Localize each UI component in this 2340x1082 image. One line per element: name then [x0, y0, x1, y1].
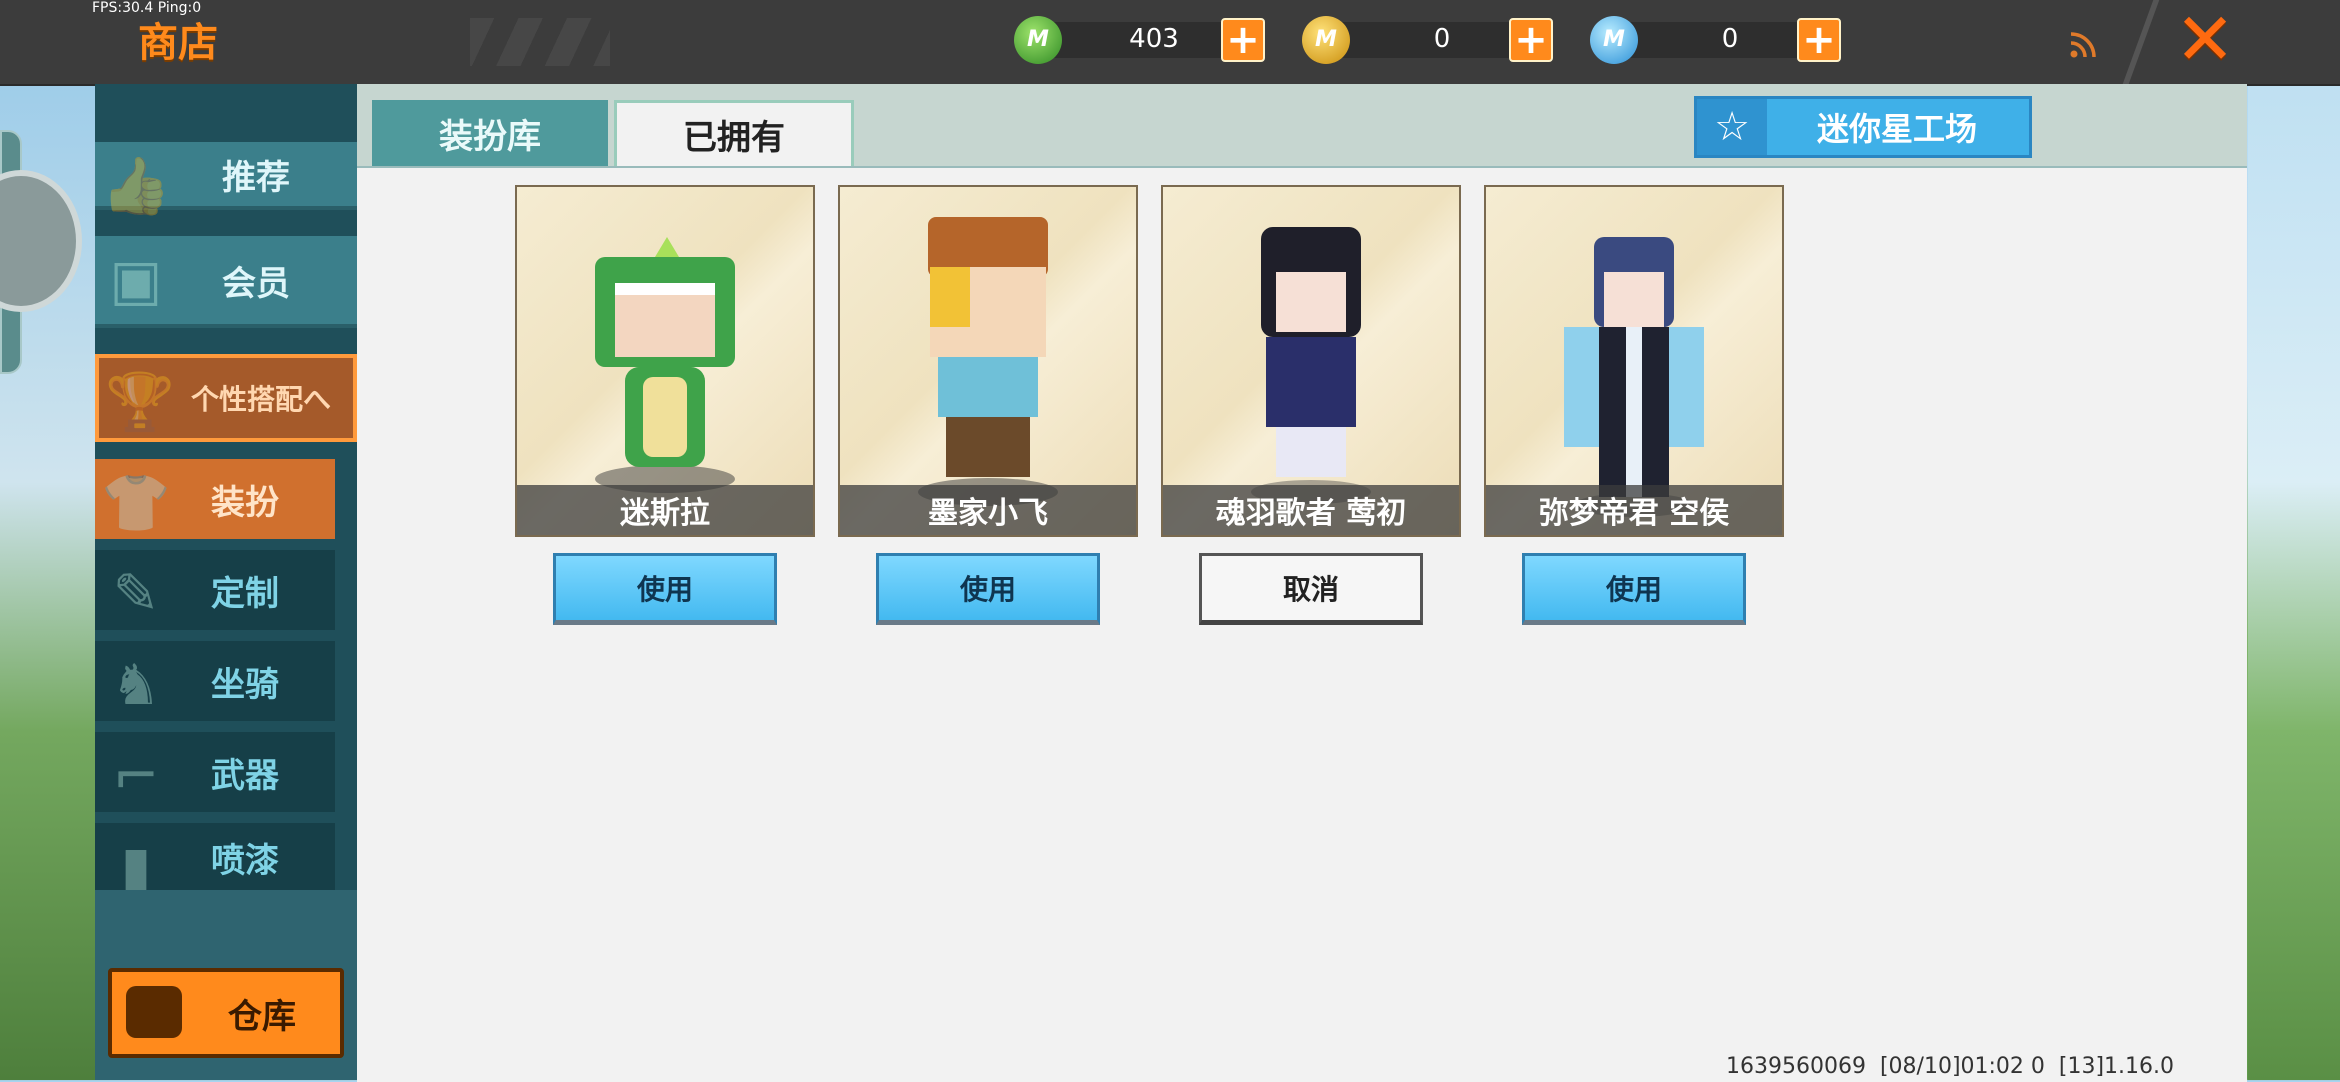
top-bar: FPS:30.4 Ping:0 商店 M 403 + M 0 + M 0 + ✕: [0, 0, 2340, 86]
sidebar-item-outfit[interactable]: 👕 装扮: [95, 459, 335, 539]
sidebar-item-label: 个性搭配へ: [190, 383, 331, 416]
star-icon: ☆: [1697, 99, 1767, 155]
currency-blue-value: 0: [1721, 24, 1739, 54]
use-button[interactable]: 使用: [1522, 553, 1746, 625]
sidebar-item-mount[interactable]: ♞ 坐骑: [95, 641, 335, 721]
add-gold-currency-button[interactable]: +: [1509, 18, 1553, 62]
sidebar-item-custom[interactable]: ✎ 定制: [95, 550, 335, 630]
sidebar-item-label: 喷漆: [211, 840, 279, 881]
sidebar-item-label: 装扮: [211, 482, 279, 523]
use-button[interactable]: 使用: [553, 553, 777, 625]
gold-mini-coin-icon: M: [1302, 16, 1350, 64]
outfit-name: 墨家小飞: [840, 485, 1136, 535]
use-button[interactable]: 使用: [876, 553, 1100, 625]
warehouse-button[interactable]: 仓库: [108, 968, 344, 1058]
rss-feed-icon[interactable]: [2068, 30, 2098, 60]
sidebar-item-weapon[interactable]: ⌐ 武器: [95, 732, 335, 812]
header-divider: [2122, 0, 2160, 84]
outfit-card[interactable]: 魂羽歌者 莺初: [1161, 185, 1461, 537]
outfit-card[interactable]: 墨家小飞: [838, 185, 1138, 537]
outfit-card[interactable]: 迷斯拉: [515, 185, 815, 537]
outfit-name: 迷斯拉: [517, 485, 813, 535]
warehouse-label: 仓库: [228, 996, 296, 1037]
outfit-name: 魂羽歌者 莺初: [1163, 485, 1459, 535]
chest-icon: [126, 986, 182, 1038]
outfit-name: 弥梦帝君 空侯: [1486, 485, 1782, 535]
page-title: 商店: [138, 20, 218, 66]
sidebar-item-personalize[interactable]: 🏆 个性搭配へ: [95, 354, 357, 442]
sidebar-item-label: 定制: [211, 573, 279, 614]
character-mojia-xiaofei-icon: [918, 217, 1058, 506]
character-yingchu-icon: [1251, 227, 1371, 504]
workshop-label: 迷你星工场: [1816, 110, 1977, 148]
sidebar-item-label: 武器: [211, 755, 279, 796]
close-button[interactable]: ✕: [2172, 3, 2238, 75]
decorative-stripes: [470, 18, 610, 66]
add-green-currency-button[interactable]: +: [1221, 18, 1265, 62]
background-scenery-right: [2248, 84, 2340, 1080]
tab-owned[interactable]: 已拥有: [614, 100, 854, 166]
green-mini-coin-icon: M: [1014, 16, 1062, 64]
add-blue-currency-button[interactable]: +: [1797, 18, 1841, 62]
mini-workshop-button[interactable]: ☆ 迷你星工场: [1694, 96, 2032, 158]
currency-green-value: 403: [1129, 24, 1179, 54]
build-info: 1639560069 [08/10]01:02 0 [13]1.16.0: [1726, 1054, 2175, 1079]
sidebar-item-label: 推荐: [222, 157, 290, 198]
currency-gold-value: 0: [1433, 24, 1451, 54]
sidebar-item-recommend[interactable]: 👍 推荐: [95, 142, 357, 219]
sidebar-item-label: 会员: [222, 263, 290, 304]
tab-outfit-library[interactable]: 装扮库: [372, 100, 608, 166]
sidebar-item-label: 坐骑: [211, 664, 279, 705]
sidebar-item-spray[interactable]: ▮ 喷漆: [95, 823, 335, 900]
sidebar-item-vip[interactable]: ▣ 会员: [95, 236, 357, 328]
outfit-card[interactable]: 弥梦帝君 空侯: [1484, 185, 1784, 537]
character-dinosaur-icon: [595, 237, 735, 493]
cancel-button[interactable]: 取消: [1199, 553, 1423, 625]
blue-mini-coin-icon: M: [1590, 16, 1638, 64]
character-konghou-icon: [1564, 237, 1704, 517]
